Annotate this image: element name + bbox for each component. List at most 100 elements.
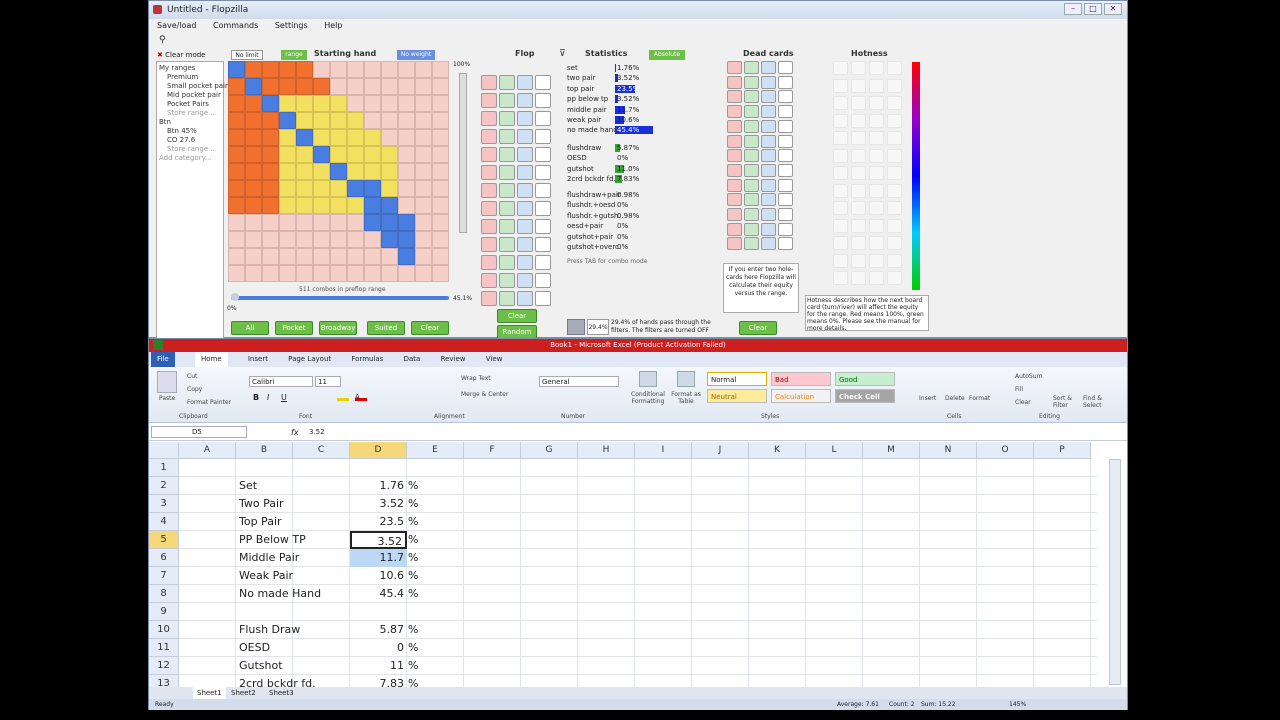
flop-clear-button[interactable]: Clear <box>497 309 537 323</box>
flop-card[interactable] <box>535 291 551 306</box>
column-header[interactable]: C <box>293 442 350 459</box>
menu-settings[interactable]: Settings <box>275 21 308 30</box>
hand-cell[interactable] <box>245 146 262 163</box>
hand-cell[interactable] <box>313 129 330 146</box>
hand-cell[interactable] <box>279 214 296 231</box>
hand-cell[interactable] <box>228 180 245 197</box>
cell-value[interactable]: 11 <box>350 657 407 675</box>
row-header[interactable]: 1 <box>149 459 179 477</box>
hand-cell[interactable] <box>415 78 432 95</box>
hand-cell[interactable] <box>398 112 415 129</box>
hand-cell[interactable] <box>415 61 432 78</box>
hand-cell[interactable] <box>432 163 449 180</box>
flop-card[interactable] <box>481 129 497 144</box>
flop-card[interactable] <box>499 147 515 162</box>
hand-cell[interactable] <box>279 78 296 95</box>
stat-row[interactable]: flushdr.+gutsh. 0.98% <box>557 211 707 221</box>
cell-label[interactable]: Flush Draw <box>239 621 349 639</box>
hand-cell[interactable] <box>262 78 279 95</box>
hand-cell[interactable] <box>381 248 398 265</box>
cell-unit[interactable]: % <box>408 549 428 567</box>
flop-card[interactable] <box>481 255 497 270</box>
dead-card[interactable] <box>761 134 776 148</box>
select-all-corner[interactable] <box>149 442 179 459</box>
hand-cell[interactable] <box>381 265 398 282</box>
column-header[interactable]: K <box>749 442 806 459</box>
flop-card[interactable] <box>535 183 551 198</box>
row-header[interactable]: 11 <box>149 639 179 657</box>
hand-cell[interactable] <box>279 231 296 248</box>
maximize-button[interactable]: □ <box>1084 3 1102 15</box>
hand-cell[interactable] <box>432 248 449 265</box>
tree-item[interactable]: Store range ... <box>159 145 221 154</box>
hand-cell[interactable] <box>313 231 330 248</box>
hand-cell[interactable] <box>228 146 245 163</box>
hand-cell[interactable] <box>296 61 313 78</box>
cell-value[interactable]: 3.52 <box>350 531 407 549</box>
hand-cell[interactable] <box>279 95 296 112</box>
hand-cell[interactable] <box>228 163 245 180</box>
hand-cell[interactable] <box>228 214 245 231</box>
flop-card[interactable] <box>499 201 515 216</box>
dead-card[interactable] <box>761 149 776 163</box>
dead-card[interactable] <box>744 134 759 148</box>
flop-card[interactable] <box>535 93 551 108</box>
flop-card[interactable] <box>517 237 533 252</box>
no-limit-dropdown[interactable]: No limit <box>231 50 263 60</box>
hand-cell[interactable] <box>330 231 347 248</box>
hand-cell[interactable] <box>296 163 313 180</box>
hand-cell[interactable] <box>381 112 398 129</box>
dead-card[interactable] <box>778 134 793 148</box>
hand-cell[interactable] <box>262 163 279 180</box>
hand-cell[interactable] <box>364 129 381 146</box>
hand-cell[interactable] <box>245 248 262 265</box>
absolute-toggle[interactable]: Absolute <box>649 50 685 60</box>
hand-cell[interactable] <box>415 197 432 214</box>
hand-cell[interactable] <box>432 61 449 78</box>
dead-card[interactable] <box>727 134 742 148</box>
hand-cell[interactable] <box>245 231 262 248</box>
hand-cell[interactable] <box>296 248 313 265</box>
cell-value[interactable]: 1.76 <box>350 477 407 495</box>
slider-handle[interactable] <box>231 293 239 301</box>
hand-cell[interactable] <box>432 78 449 95</box>
dead-card[interactable] <box>727 163 742 177</box>
hand-cell[interactable] <box>364 197 381 214</box>
column-header[interactable]: D <box>350 442 407 459</box>
hand-cell[interactable] <box>330 146 347 163</box>
hand-cell[interactable] <box>398 61 415 78</box>
hand-cell[interactable] <box>330 248 347 265</box>
hand-cell[interactable] <box>262 197 279 214</box>
hand-cell[interactable] <box>279 129 296 146</box>
dead-card[interactable] <box>778 193 793 207</box>
hand-cell[interactable] <box>432 180 449 197</box>
hand-cell[interactable] <box>279 248 296 265</box>
cell-label[interactable]: Top Pair <box>239 513 349 531</box>
flop-card[interactable] <box>481 75 497 90</box>
hand-cell[interactable] <box>432 95 449 112</box>
dead-card[interactable] <box>727 119 742 133</box>
hand-cell[interactable] <box>415 163 432 180</box>
hand-cell[interactable] <box>228 95 245 112</box>
clear-mode-button[interactable]: ✖ Clear mode <box>157 51 206 59</box>
hand-cell[interactable] <box>279 265 296 282</box>
column-header[interactable]: I <box>635 442 692 459</box>
flop-card[interactable] <box>499 165 515 180</box>
dead-card[interactable] <box>727 208 742 221</box>
hand-cell[interactable] <box>398 129 415 146</box>
stat-row[interactable]: oesd+pair 0% <box>557 221 707 231</box>
dead-card[interactable] <box>778 208 793 221</box>
tree-item[interactable]: My ranges <box>159 64 221 73</box>
cell-label[interactable]: Set <box>239 477 349 495</box>
hand-cell[interactable] <box>347 112 364 129</box>
dead-card[interactable] <box>761 119 776 133</box>
cell-label[interactable]: OESD <box>239 639 349 657</box>
hand-cell[interactable] <box>398 265 415 282</box>
flop-card[interactable] <box>499 291 515 306</box>
hand-cell[interactable] <box>228 112 245 129</box>
cell-value[interactable]: 0 <box>350 639 407 657</box>
cell-unit[interactable]: % <box>408 639 428 657</box>
flop-card[interactable] <box>517 291 533 306</box>
hand-cell[interactable] <box>347 61 364 78</box>
flop-card[interactable] <box>517 165 533 180</box>
